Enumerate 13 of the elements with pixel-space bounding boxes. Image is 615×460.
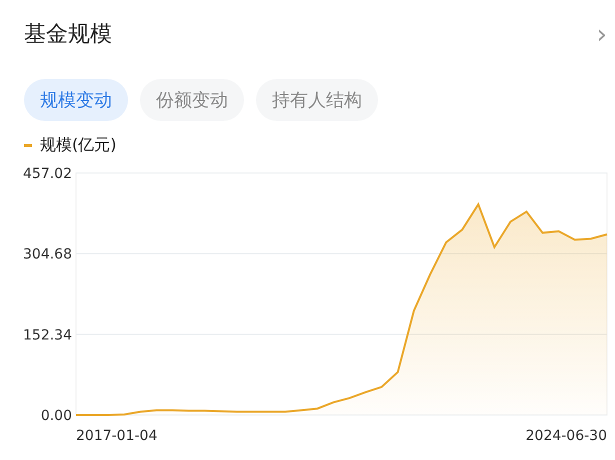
x-axis-label: 2017-01-04 <box>76 428 158 444</box>
tab[interactable]: 持有人结构 <box>256 79 378 121</box>
y-axis-label: 457.02 <box>23 166 72 182</box>
legend-marker <box>24 144 32 146</box>
legend-label: 规模(亿元) <box>40 134 116 156</box>
y-axis-label: 304.68 <box>23 246 72 263</box>
tab[interactable]: 规模变动 <box>24 79 128 121</box>
chevron-icon[interactable]: › <box>596 22 607 48</box>
x-axis-label: 2024-06-30 <box>526 428 607 444</box>
tab[interactable]: 份额变动 <box>140 79 244 121</box>
section-title: 基金规模 <box>24 21 112 49</box>
y-axis-label: 0.00 <box>40 408 72 424</box>
y-axis-label: 152.34 <box>23 327 72 344</box>
